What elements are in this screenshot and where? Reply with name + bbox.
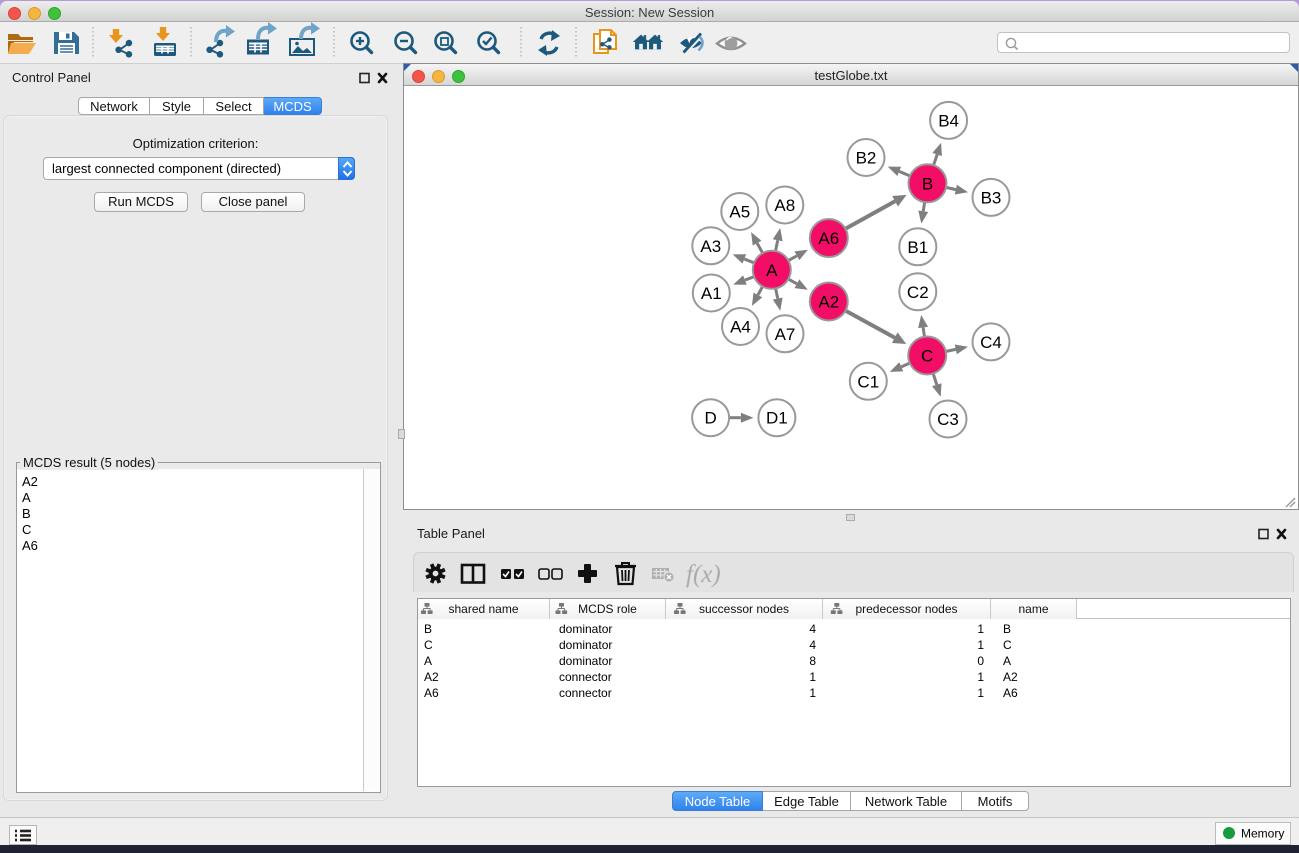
- svg-text:Memory: Memory: [1241, 827, 1284, 841]
- svg-text:f(x): f(x): [686, 561, 721, 588]
